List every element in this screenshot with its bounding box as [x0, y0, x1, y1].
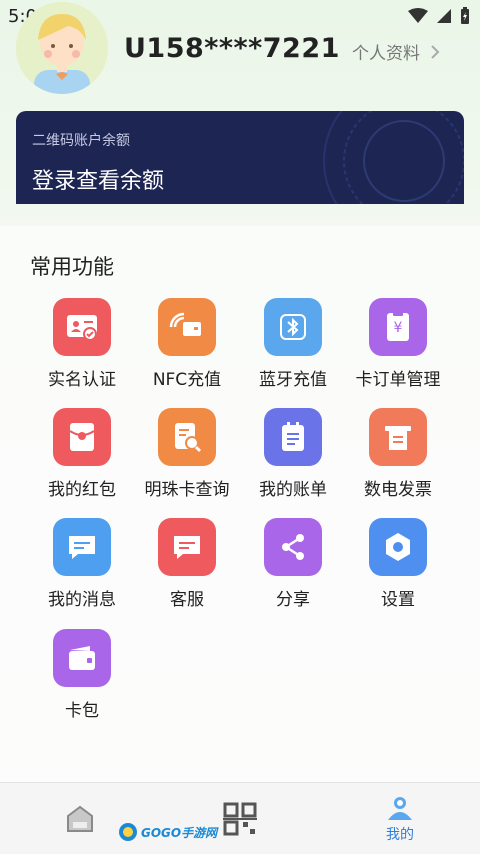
user-icon: [388, 796, 412, 820]
id-card-icon: [53, 298, 111, 356]
function-item[interactable]: NFC充值: [132, 298, 242, 390]
user-avatar-icon: [16, 2, 108, 94]
home-icon: [67, 805, 93, 832]
function-item[interactable]: 蓝牙充值: [238, 298, 348, 390]
function-item-label: 蓝牙充值: [259, 370, 327, 390]
balance-card[interactable]: 二维码账户余额 登录查看余额: [16, 111, 464, 204]
signal-icon: [437, 9, 451, 23]
function-item-label: 我的消息: [48, 590, 116, 610]
gogo-logo-icon: [119, 823, 137, 841]
function-item-label: 明珠卡查询: [144, 480, 230, 500]
function-item[interactable]: 实名认证: [27, 298, 137, 390]
function-item-label: 实名认证: [48, 370, 116, 390]
battery-icon: [461, 7, 469, 24]
user-id: U158****7221: [124, 33, 340, 64]
function-item[interactable]: 客服: [132, 518, 242, 610]
status-icons: [408, 7, 470, 25]
chevron-right-icon: [431, 44, 440, 59]
bottom-nav: 我的: [0, 782, 480, 854]
nav-mine-label: 我的: [386, 826, 414, 843]
red-packet-icon: [53, 408, 111, 466]
watermark-text: GOGO手游网: [141, 825, 218, 840]
function-item[interactable]: ¥ 卡订单管理: [343, 298, 453, 390]
share-icon: [264, 518, 322, 576]
order-icon: ¥: [369, 298, 427, 356]
watermark: GOGO手游网: [118, 822, 217, 842]
profile-link[interactable]: 个人资料: [352, 39, 440, 64]
svg-text:¥: ¥: [394, 320, 403, 336]
function-item-label: 数电发票: [364, 480, 432, 500]
balance-label: 二维码账户余额: [32, 133, 130, 149]
function-item-label: 客服: [170, 590, 204, 610]
function-item[interactable]: 我的账单: [238, 408, 348, 500]
function-item[interactable]: 我的消息: [27, 518, 137, 610]
nav-scan[interactable]: [215, 783, 265, 854]
function-item-label: 我的红包: [48, 480, 116, 500]
function-item-label: 我的账单: [259, 480, 327, 500]
section-title: 常用功能: [30, 255, 114, 279]
settings-icon: [369, 518, 427, 576]
function-item-label: 设置: [381, 590, 415, 610]
qr-code-icon: [223, 802, 257, 835]
bluetooth-icon: [264, 298, 322, 356]
invoice-icon: [369, 408, 427, 466]
nfc-card-icon: [158, 298, 216, 356]
function-item[interactable]: 设置: [343, 518, 453, 610]
function-item-label: NFC充值: [152, 370, 222, 390]
function-item-label: 卡包: [65, 701, 99, 721]
message-icon: [53, 518, 111, 576]
function-item[interactable]: 卡包: [27, 629, 137, 721]
avatar[interactable]: [16, 2, 108, 94]
nav-home[interactable]: [55, 783, 105, 854]
function-item[interactable]: 分享: [238, 518, 348, 610]
card-decoration: [323, 111, 464, 204]
profile-link-label: 个人资料: [352, 44, 420, 64]
card-search-icon: [158, 408, 216, 466]
function-item[interactable]: 数电发票: [343, 408, 453, 500]
nav-mine[interactable]: 我的: [375, 783, 425, 854]
function-item-label: 卡订单管理: [355, 370, 441, 390]
function-item-label: 分享: [276, 590, 310, 610]
wallet-icon: [53, 629, 111, 687]
function-item[interactable]: 我的红包: [27, 408, 137, 500]
customer-service-icon: [158, 518, 216, 576]
login-to-view-balance[interactable]: 登录查看余额: [32, 163, 164, 195]
bill-icon: [264, 408, 322, 466]
function-item[interactable]: 明珠卡查询: [132, 408, 242, 500]
wifi-icon: [408, 8, 428, 23]
